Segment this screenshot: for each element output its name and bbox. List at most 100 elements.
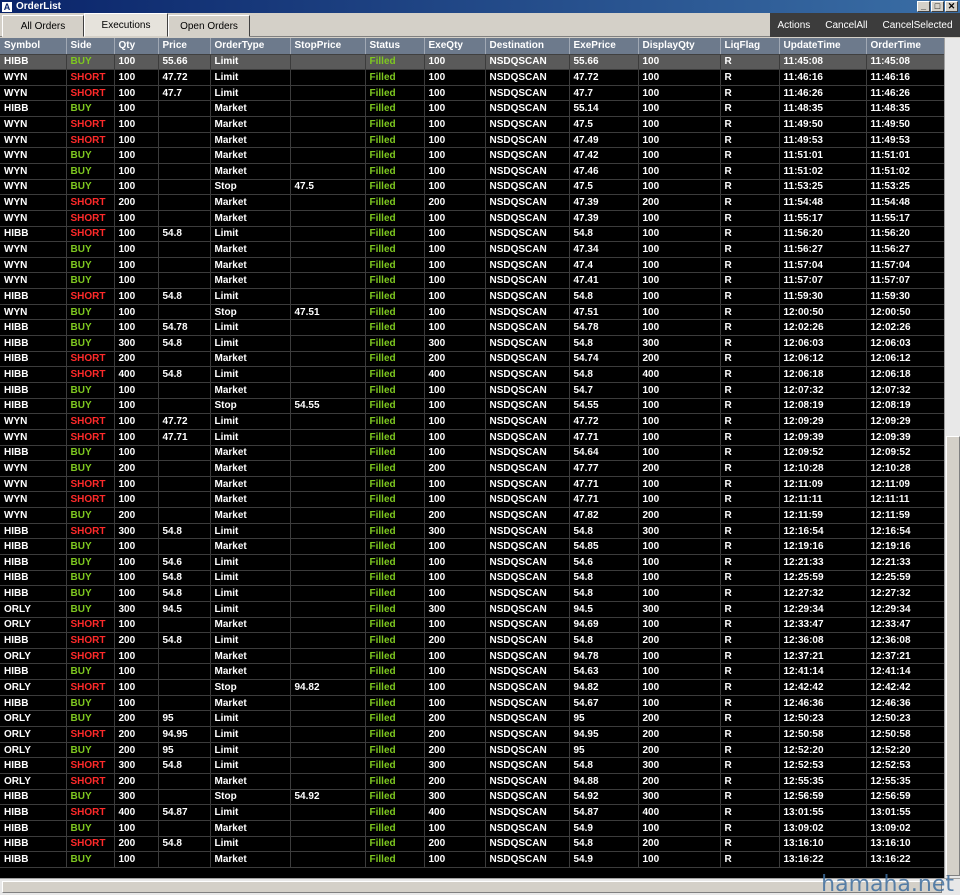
cell-updatetime: 12:02:26 — [779, 319, 867, 337]
table-row[interactable]: HIBB SHORT 100 54.8 Limit Filled 100 NSDQSCAN 54… — [0, 288, 944, 305]
table-row[interactable]: HIBB BUY 100 Stop 54.55 Filled 100 NSDQSCAN 54.5… — [0, 398, 944, 415]
table-row[interactable]: WYN BUY 100 Stop 47.51 Filled 100 NSDQSCAN 47.51… — [0, 304, 944, 321]
cell-side: BUY — [66, 257, 115, 274]
cell-exeqty: 100 — [424, 319, 486, 337]
cancel-selected-button[interactable]: CancelSelected — [878, 20, 956, 31]
tab-executions[interactable]: Executions — [84, 13, 168, 37]
table-row[interactable]: WYN SHORT 100 Market Filled 100 NSDQSCAN 47.49 1… — [0, 132, 944, 149]
cell-exeprice: 47.77 — [569, 460, 639, 477]
table-row[interactable]: WYN SHORT 100 47.72 Limit Filled 100 NSDQSCAN 47… — [0, 69, 944, 86]
column-header-liqflag[interactable]: LiqFlag — [720, 38, 780, 55]
table-row[interactable]: HIBB BUY 100 Market Filled 100 NSDQSCAN 54.85 10… — [0, 538, 944, 555]
column-header-updatetime[interactable]: UpdateTime — [779, 38, 867, 55]
column-header-status[interactable]: Status — [365, 38, 425, 55]
cell-status: Filled — [365, 319, 425, 337]
table-row[interactable]: WYN BUY 100 Market Filled 100 NSDQSCAN 47.4 100 R… — [0, 257, 944, 274]
cell-qty: 300 — [114, 523, 159, 540]
column-header-side[interactable]: Side — [66, 38, 115, 55]
cell-ordertime: 12:08:19 — [866, 398, 944, 415]
cell-ordertype: Market — [210, 351, 291, 368]
table-row[interactable]: HIBB SHORT 200 54.8 Limit Filled 200 NSDQSCAN 54… — [0, 836, 944, 853]
cell-updatetime: 12:50:23 — [779, 710, 867, 728]
cell-symbol: HIBB — [0, 757, 67, 774]
table-row[interactable]: ORLY SHORT 200 Market Filled 200 NSDQSCAN 94.88… — [0, 773, 944, 790]
table-row[interactable]: HIBB SHORT 100 54.8 Limit Filled 100 NSDQSCAN 54… — [0, 226, 944, 243]
table-row[interactable]: ORLY SHORT 100 Market Filled 100 NSDQSCAN 94.78… — [0, 648, 944, 665]
cell-ordertime: 12:52:53 — [866, 757, 944, 774]
table-row[interactable]: HIBB SHORT 300 54.8 Limit Filled 300 NSDQSCAN 54… — [0, 757, 944, 774]
table-row[interactable]: WYN SHORT 100 47.71 Limit Filled 100 NSDQSCAN 47… — [0, 429, 944, 446]
column-header-ordertime[interactable]: OrderTime — [866, 38, 944, 55]
tab-open-orders[interactable]: Open Orders — [168, 15, 250, 37]
cell-ordertime: 12:21:33 — [866, 554, 944, 571]
table-row[interactable]: WYN BUY 200 Market Filled 200 NSDQSCAN 47.77 200… — [0, 460, 944, 477]
minimize-icon[interactable]: _ — [917, 1, 930, 12]
column-header-qty[interactable]: Qty — [114, 38, 159, 55]
table-row[interactable]: ORLY SHORT 100 Stop 94.82 Filled 100 NSDQSCAN 94… — [0, 679, 944, 696]
cell-liqflag: R — [720, 398, 780, 415]
table-row[interactable]: HIBB BUY 100 54.8 Limit Filled 100 NSDQSCAN 54.8… — [0, 585, 944, 602]
cell-symbol: HIBB — [0, 335, 67, 352]
table-row[interactable]: WYN BUY 100 Market Filled 100 NSDQSCAN 47.42 100… — [0, 147, 944, 164]
table-row[interactable]: WYN SHORT 100 Market Filled 100 NSDQSCAN 47.5 10… — [0, 116, 944, 133]
table-row[interactable]: HIBB BUY 100 Market Filled 100 NSDQSCAN 54.9 100… — [0, 851, 944, 868]
table-row[interactable]: HIBB BUY 100 Market Filled 100 NSDQSCAN 54.9 100… — [0, 820, 944, 837]
table-row[interactable]: HIBB BUY 100 54.78 Limit Filled 100 NSDQSCAN 54.… — [0, 319, 944, 337]
table-row[interactable]: HIBB BUY 100 Market Filled 100 NSDQSCAN 55.14 10… — [0, 100, 944, 118]
table-row[interactable]: HIBB BUY 300 54.8 Limit Filled 300 NSDQSCAN 54.8… — [0, 335, 944, 352]
table-row[interactable]: HIBB SHORT 200 Market Filled 200 NSDQSCAN 54.74… — [0, 351, 944, 368]
table-row[interactable]: HIBB BUY 100 54.6 Limit Filled 100 NSDQSCAN 54.6… — [0, 554, 944, 571]
cell-exeqty: 100 — [424, 413, 486, 430]
vertical-scroll-thumb[interactable] — [946, 436, 960, 876]
table-row[interactable]: HIBB BUY 100 Market Filled 100 NSDQSCAN 54.63 10… — [0, 663, 944, 681]
table-row[interactable]: ORLY BUY 200 95 Limit Filled 200 NSDQSCAN 95 200 R… — [0, 710, 944, 728]
table-row[interactable]: ORLY BUY 200 95 Limit Filled 200 NSDQSCAN 95 200 R… — [0, 742, 944, 759]
table-row[interactable]: WYN SHORT 100 47.7 Limit Filled 100 NSDQSCAN 47.… — [0, 85, 944, 102]
horizontal-scrollbar[interactable] — [0, 878, 960, 895]
table-row[interactable]: HIBB SHORT 400 54.8 Limit Filled 400 NSDQSCAN 54… — [0, 366, 944, 383]
column-header-price[interactable]: Price — [158, 38, 211, 55]
table-row[interactable]: WYN SHORT 100 Market Filled 100 NSDQSCAN 47.71 1… — [0, 476, 944, 493]
cell-ordertime: 11:59:30 — [866, 288, 944, 305]
table-row[interactable]: HIBB SHORT 400 54.87 Limit Filled 400 NSDQSCAN 5… — [0, 804, 944, 821]
table-row[interactable]: ORLY BUY 300 94.5 Limit Filled 300 NSDQSCAN 94.5… — [0, 601, 944, 618]
maximize-icon[interactable]: □ — [931, 1, 944, 12]
table-row[interactable]: HIBB BUY 100 Market Filled 100 NSDQSCAN 54.7 100… — [0, 382, 944, 399]
column-header-stopprice[interactable]: StopPrice — [290, 38, 366, 55]
tab-all-orders[interactable]: All Orders — [2, 15, 84, 37]
table-row[interactable]: ORLY SHORT 200 94.95 Limit Filled 200 NSDQSCAN 9… — [0, 726, 944, 743]
cancel-all-button[interactable]: CancelAll — [821, 20, 871, 31]
table-row[interactable]: WYN BUY 200 Market Filled 200 NSDQSCAN 47.82 200… — [0, 507, 944, 524]
cell-stopprice — [290, 617, 366, 634]
table-row[interactable]: WYN SHORT 100 Market Filled 100 NSDQSCAN 47.71 1… — [0, 491, 944, 509]
table-row[interactable]: WYN BUY 100 Market Filled 100 NSDQSCAN 47.46 100… — [0, 163, 944, 180]
table-row[interactable]: WYN SHORT 100 Market Filled 100 NSDQSCAN 47.39 1… — [0, 210, 944, 227]
table-row[interactable]: WYN SHORT 100 47.72 Limit Filled 100 NSDQSCAN 47… — [0, 413, 944, 430]
horizontal-scroll-thumb[interactable] — [2, 881, 942, 893]
column-header-ordertype[interactable]: OrderType — [210, 38, 291, 55]
table-row[interactable]: WYN BUY 100 Market Filled 100 NSDQSCAN 47.34 100… — [0, 241, 944, 258]
cell-side: BUY — [66, 445, 115, 462]
column-header-destination[interactable]: Destination — [485, 38, 570, 55]
vertical-scrollbar[interactable] — [944, 38, 960, 878]
table-row[interactable]: HIBB BUY 100 Market Filled 100 NSDQSCAN 54.67 10… — [0, 695, 944, 712]
table-row[interactable]: HIBB BUY 300 Stop 54.92 Filled 300 NSDQSCAN 54.9… — [0, 789, 944, 806]
table-row[interactable]: WYN BUY 100 Stop 47.5 Filled 100 NSDQSCAN 47.5 10… — [0, 179, 944, 196]
table-row[interactable]: HIBB BUY 100 55.66 Limit Filled 100 NSDQSCAN 55.… — [0, 54, 944, 71]
column-header-symbol[interactable]: Symbol — [0, 38, 67, 55]
table-row[interactable]: HIBB SHORT 300 54.8 Limit Filled 300 NSDQSCAN 54… — [0, 523, 944, 540]
table-row[interactable]: HIBB BUY 100 Market Filled 100 NSDQSCAN 54.64 10… — [0, 445, 944, 462]
column-header-displayqty[interactable]: DisplayQty — [638, 38, 721, 55]
table-row[interactable]: HIBB BUY 100 54.8 Limit Filled 100 NSDQSCAN 54.8… — [0, 570, 944, 587]
actions-button[interactable]: Actions — [773, 20, 814, 31]
cell-ordertime: 12:06:12 — [866, 351, 944, 368]
cell-destination: NSDQSCAN — [485, 507, 570, 524]
table-row[interactable]: WYN SHORT 200 Market Filled 200 NSDQSCAN 47.39 2… — [0, 194, 944, 211]
cell-exeprice: 54.92 — [569, 789, 639, 806]
column-header-exeprice[interactable]: ExePrice — [569, 38, 639, 55]
table-row[interactable]: HIBB SHORT 200 54.8 Limit Filled 200 NSDQSCAN 54… — [0, 632, 944, 649]
column-header-exeqty[interactable]: ExeQty — [424, 38, 486, 55]
table-row[interactable]: WYN BUY 100 Market Filled 100 NSDQSCAN 47.41 100… — [0, 272, 944, 290]
table-row[interactable]: ORLY SHORT 100 Market Filled 100 NSDQSCAN 94.69… — [0, 617, 944, 634]
close-icon[interactable]: ✕ — [945, 1, 958, 12]
